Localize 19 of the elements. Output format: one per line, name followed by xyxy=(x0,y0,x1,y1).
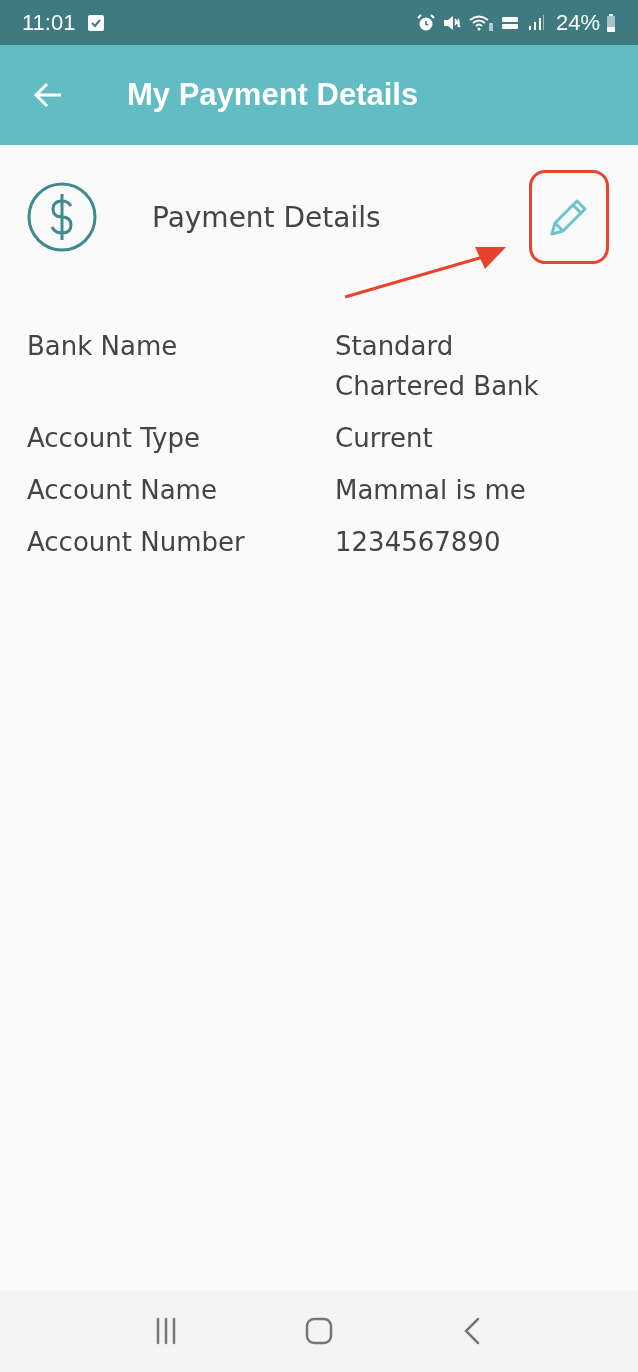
dollar-circle-icon xyxy=(27,182,97,252)
alarm-icon xyxy=(415,12,436,33)
field-label: Bank Name xyxy=(27,330,179,363)
field-label: Account Name xyxy=(27,474,218,507)
status-time: 11:01 xyxy=(22,9,76,36)
field-value: Current xyxy=(335,422,434,455)
field-value: Standard Chartered Bank xyxy=(335,330,540,403)
screen-title: My Payment Details xyxy=(127,77,419,113)
edit-button[interactable] xyxy=(529,170,609,264)
field-label: Account Number xyxy=(27,526,246,559)
battery-icon xyxy=(606,12,616,33)
field-value: Mammal is me xyxy=(335,474,527,507)
section-title: Payment Details xyxy=(152,200,382,234)
field-value: 1234567890 xyxy=(335,526,502,559)
home-icon[interactable] xyxy=(304,1316,334,1346)
checkbox-notification-icon xyxy=(87,13,106,32)
back-arrow-icon[interactable] xyxy=(33,82,63,108)
field-label: Account Type xyxy=(27,422,201,455)
battery-percent: 24% xyxy=(555,9,600,36)
